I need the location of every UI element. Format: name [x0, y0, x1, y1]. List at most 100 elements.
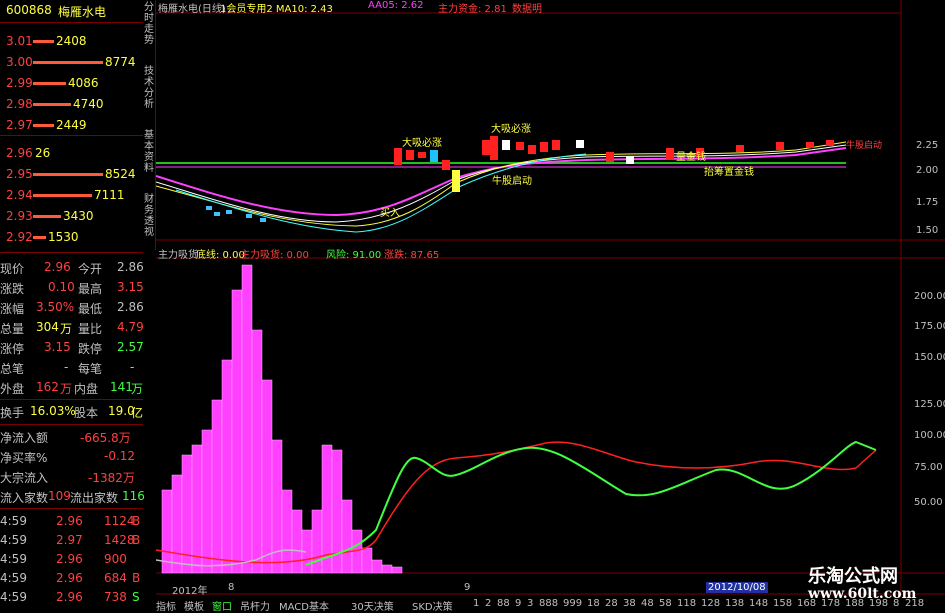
tab-jiben[interactable]: 基本资料	[143, 130, 155, 178]
candle	[776, 142, 784, 150]
value: 2.86	[117, 300, 144, 314]
tab-caiwu[interactable]: 财务透视	[143, 194, 155, 242]
annotation: 牛股启动	[846, 141, 883, 151]
candle	[452, 170, 460, 192]
quote-row: 大宗流入 -1382万	[0, 467, 143, 487]
bottom-tab[interactable]: 48	[641, 598, 654, 609]
bottom-tab[interactable]: 888	[539, 598, 558, 609]
marker	[246, 214, 252, 218]
candle	[394, 148, 402, 165]
label: 股本	[74, 406, 99, 420]
tick-volume: 738	[104, 590, 127, 604]
level-volume: 8774	[105, 55, 136, 69]
bottom-tab[interactable]: 38	[623, 598, 636, 609]
value: 2.96	[44, 260, 71, 274]
chart-canvas	[156, 0, 945, 595]
order-level: 2.96 26	[0, 143, 143, 163]
value: 3.15	[117, 280, 144, 294]
tab-jishu[interactable]: 技术分析	[143, 66, 155, 114]
candle	[666, 148, 674, 160]
label: 涨跌	[0, 282, 25, 296]
bottom-tab[interactable]: 88	[497, 598, 510, 609]
annotation: 抬筹置金钱	[704, 167, 754, 178]
sub-tick: 100.00	[914, 430, 945, 441]
order-level: 2.94 7111	[0, 185, 143, 205]
zhangdie-readout: 涨跌: 87.65	[384, 250, 440, 261]
time-year: 2012年	[172, 586, 208, 597]
unit: 亿	[131, 406, 144, 420]
level-price: 3.00	[6, 55, 33, 69]
stock-code: 600868	[6, 3, 52, 17]
bottom-tab[interactable]: 吊杆力	[240, 598, 270, 613]
histogram-bar	[291, 509, 303, 574]
bottom-tab[interactable]: 18	[587, 598, 600, 609]
level-volume-bar	[33, 236, 46, 239]
annotation: 大吸必涨	[402, 138, 442, 149]
level-volume: 3430	[63, 209, 94, 223]
bottom-tab[interactable]: 1	[473, 598, 479, 609]
label: 涨幅	[0, 302, 25, 316]
tick-price: 2.97	[56, 533, 83, 547]
bottom-tab[interactable]: 128	[701, 598, 720, 609]
quote-row: 净流入额 -665.8万	[0, 427, 143, 447]
bottom-tab[interactable]: 999	[563, 598, 582, 609]
bottom-tab[interactable]: 指标	[156, 598, 176, 613]
order-level: 3.00 8774	[0, 52, 143, 72]
level-price: 2.98	[6, 97, 33, 111]
sub-tick: 125.00	[914, 399, 945, 410]
quote-row: 净买率% -0.12	[0, 447, 143, 467]
order-level: 2.92 1530	[0, 227, 143, 247]
candle	[576, 140, 584, 148]
tick-price: 2.96	[56, 571, 83, 585]
value: 304	[36, 320, 59, 334]
level-volume: 7111	[94, 188, 125, 202]
label: 量比	[78, 322, 103, 336]
dixian-readout: 底线: 0.00	[196, 250, 245, 261]
label: 跌停	[78, 342, 103, 356]
label: 每笔	[78, 362, 103, 376]
bottom-tab[interactable]: MACD基本	[279, 598, 329, 613]
label: 现价	[0, 262, 25, 276]
tab-fenshi[interactable]: 分时走势	[143, 2, 155, 50]
label: 换手	[0, 406, 25, 420]
order-level: 2.95 8524	[0, 164, 143, 184]
level-volume: 2449	[56, 118, 87, 132]
bottom-tab[interactable]: 118	[677, 598, 696, 609]
histogram-bar	[201, 429, 213, 574]
price-tick: 1.75	[916, 197, 939, 208]
bottom-tab[interactable]: SKD决策	[412, 598, 453, 613]
bottom-tab[interactable]: 138	[725, 598, 744, 609]
bottom-tab[interactable]: 3	[527, 598, 533, 609]
bottom-tab[interactable]: 148	[749, 598, 768, 609]
bottom-tab[interactable]: 9	[515, 598, 521, 609]
chart-area: 梅雁水电(日线) 1会员专用2 MA10: 2.43 AA05: 2.62 主力…	[156, 0, 945, 609]
bottom-tab[interactable]: 窗口	[212, 598, 232, 613]
price-tick: 1.50	[916, 225, 939, 236]
zhuli-readout: 主力资金: 2.81	[438, 4, 507, 15]
candle	[540, 142, 548, 152]
histogram-bar	[211, 399, 223, 574]
label: 总量	[0, 322, 25, 336]
level-price: 2.94	[6, 188, 33, 202]
bottom-tab[interactable]: 30天决策	[351, 598, 394, 613]
tick-row: 4:59 2.97 1428 B	[0, 531, 143, 551]
label: 最低	[78, 302, 103, 316]
bottom-tab[interactable]: 模板	[184, 598, 204, 613]
tick-row: 4:59 2.96 684 B	[0, 569, 143, 589]
level-price: 2.97	[6, 118, 33, 132]
marker	[214, 212, 220, 216]
bottom-tab[interactable]: 58	[659, 598, 672, 609]
sub-tick: 175.00	[914, 321, 945, 332]
value: 0.10	[48, 280, 75, 294]
tick-side: S	[132, 590, 140, 604]
level-volume-bar	[33, 61, 103, 64]
bottom-tab[interactable]: 2	[485, 598, 491, 609]
annotation: 大吸必涨	[491, 124, 531, 135]
side-tabs: 分时走势 技术分析 基本资料 财务透视	[143, 0, 156, 250]
bottom-tab[interactable]: 28	[605, 598, 618, 609]
tick-side: B	[132, 533, 141, 547]
tick-price: 2.96	[56, 590, 83, 604]
bottom-tab[interactable]: 158	[773, 598, 792, 609]
candle	[406, 150, 414, 160]
level-volume-bar	[33, 124, 54, 127]
